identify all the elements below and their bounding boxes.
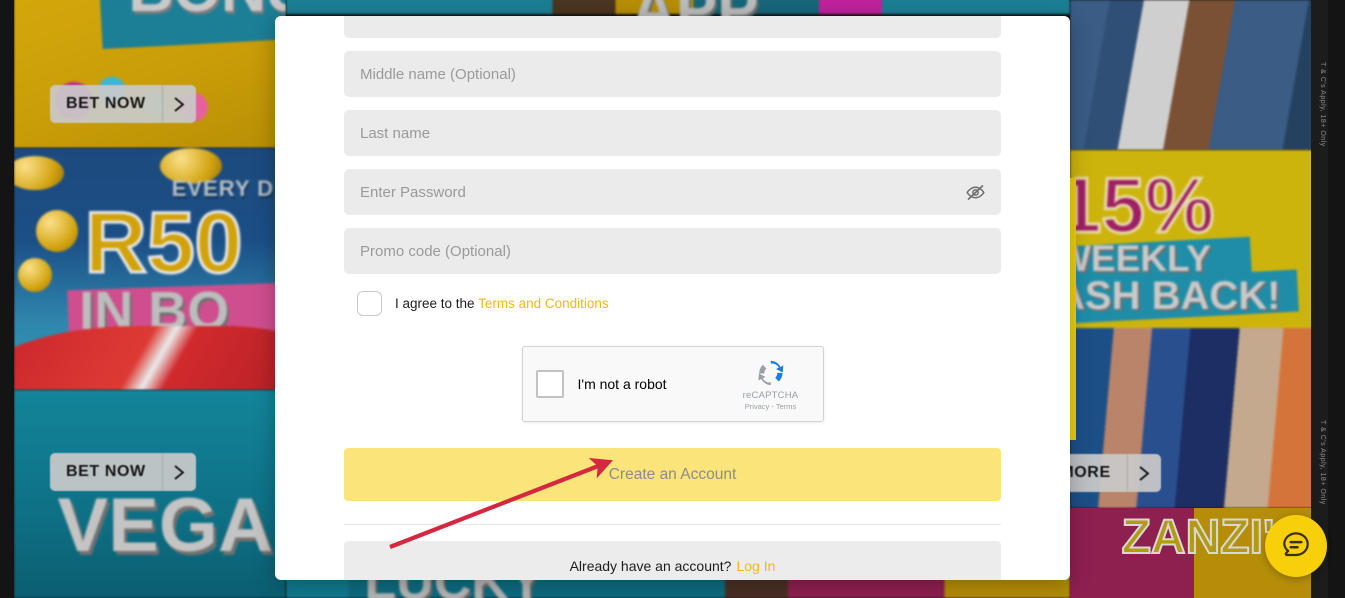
terms-and-conditions-link[interactable]: Terms and Conditions	[478, 296, 609, 311]
banner-line-r50: R50	[83, 194, 244, 293]
coin-decor	[14, 156, 64, 190]
see-more-label: E MORE	[1070, 464, 1111, 481]
eye-off-icon[interactable]	[964, 181, 986, 203]
bet-now-label: BET NOW	[66, 95, 146, 112]
create-an-account-button[interactable]: Create an Account	[344, 448, 1001, 501]
login-prompt-label: Already have an account?	[569, 558, 732, 574]
middle-name-placeholder: Middle name (Optional)	[360, 65, 516, 83]
banner-line-cash-back: ASH BACK!	[1070, 274, 1281, 318]
terms-text: I agree to the Terms and Conditions	[395, 296, 609, 311]
password-placeholder: Enter Password	[360, 183, 466, 201]
banner-title-bonus: BONUS!	[128, 0, 286, 26]
banner-decor-plane	[14, 326, 286, 390]
screenshot-root: BONUS! BET NOW EVERY D R50 IN BO B	[0, 0, 1345, 598]
chat-bubble-icon	[1283, 532, 1309, 557]
terms-label: I agree to the	[395, 296, 475, 311]
registration-modal: Middle name (Optional) Last name Enter P…	[275, 16, 1070, 580]
chevron-right-icon	[1126, 454, 1161, 492]
chevron-right-icon	[161, 85, 196, 123]
middle-name-field[interactable]: Middle name (Optional)	[344, 51, 1001, 97]
recaptcha-logo-icon	[732, 358, 810, 388]
bet-now-label: BET NOW	[66, 463, 146, 480]
see-more-button[interactable]: E MORE	[1070, 454, 1161, 492]
recaptcha-wrap: I'm not a robot reCAPTCHA Privacy - Term…	[344, 346, 1001, 422]
promo-column-left: BONUS! BET NOW EVERY D R50 IN BO B	[14, 0, 286, 598]
promo-banner-r50[interactable]: EVERY D R50 IN BO	[14, 148, 286, 390]
watermark-terms-top: T & C's Apply, 18+ Only	[1319, 62, 1326, 147]
recaptcha-widget[interactable]: I'm not a robot reCAPTCHA Privacy - Term…	[521, 346, 824, 422]
coin-decor	[36, 210, 78, 252]
password-field[interactable]: Enter Password	[344, 169, 1001, 215]
promo-banner-vegas[interactable]: VEGA	[14, 390, 286, 598]
banner-title-vegas: VEGA	[57, 483, 273, 568]
first-name-field[interactable]	[344, 16, 1001, 38]
log-in-link[interactable]: Log In	[736, 558, 775, 574]
form-divider	[344, 524, 1001, 525]
promo-accent-strip	[1070, 178, 1076, 440]
recaptcha-legal: Privacy - Terms	[732, 402, 810, 411]
promo-code-field[interactable]: Promo code (Optional)	[344, 228, 1001, 274]
bet-now-button-1[interactable]: BET NOW	[50, 85, 196, 123]
promo-banner-denim[interactable]	[1070, 0, 1328, 150]
promo-column-right: 15% WEEKLY ASH BACK! E MORE ZANZI'S T & …	[1070, 0, 1328, 598]
chevron-right-icon	[161, 453, 196, 491]
last-name-placeholder: Last name	[360, 124, 431, 142]
watermark-terms-bottom: T & C's Apply, 18+ Only	[1319, 420, 1326, 505]
last-name-field[interactable]: Last name	[344, 110, 1001, 156]
promo-banner-bonus[interactable]: BONUS!	[14, 0, 286, 148]
registration-form: Middle name (Optional) Last name Enter P…	[275, 16, 1070, 580]
promo-code-placeholder: Promo code (Optional)	[360, 242, 511, 260]
recaptcha-checkbox[interactable]	[535, 370, 564, 398]
terms-agreement-row: I agree to the Terms and Conditions	[357, 291, 1001, 316]
terms-checkbox[interactable]	[357, 291, 382, 316]
recaptcha-privacy-link[interactable]: Privacy	[745, 402, 770, 411]
recaptcha-branding: reCAPTCHA Privacy - Terms	[732, 358, 810, 411]
coin-decor	[18, 258, 52, 292]
recaptcha-brand-name: reCAPTCHA	[742, 389, 799, 401]
chat-widget-button[interactable]	[1265, 515, 1327, 577]
recaptcha-terms-link[interactable]: Terms	[776, 402, 796, 411]
recaptcha-label: I'm not a robot	[577, 376, 667, 392]
login-prompt-bar: Already have an account? Log In	[344, 541, 1001, 580]
bet-now-button-2[interactable]: BET NOW	[50, 453, 196, 491]
